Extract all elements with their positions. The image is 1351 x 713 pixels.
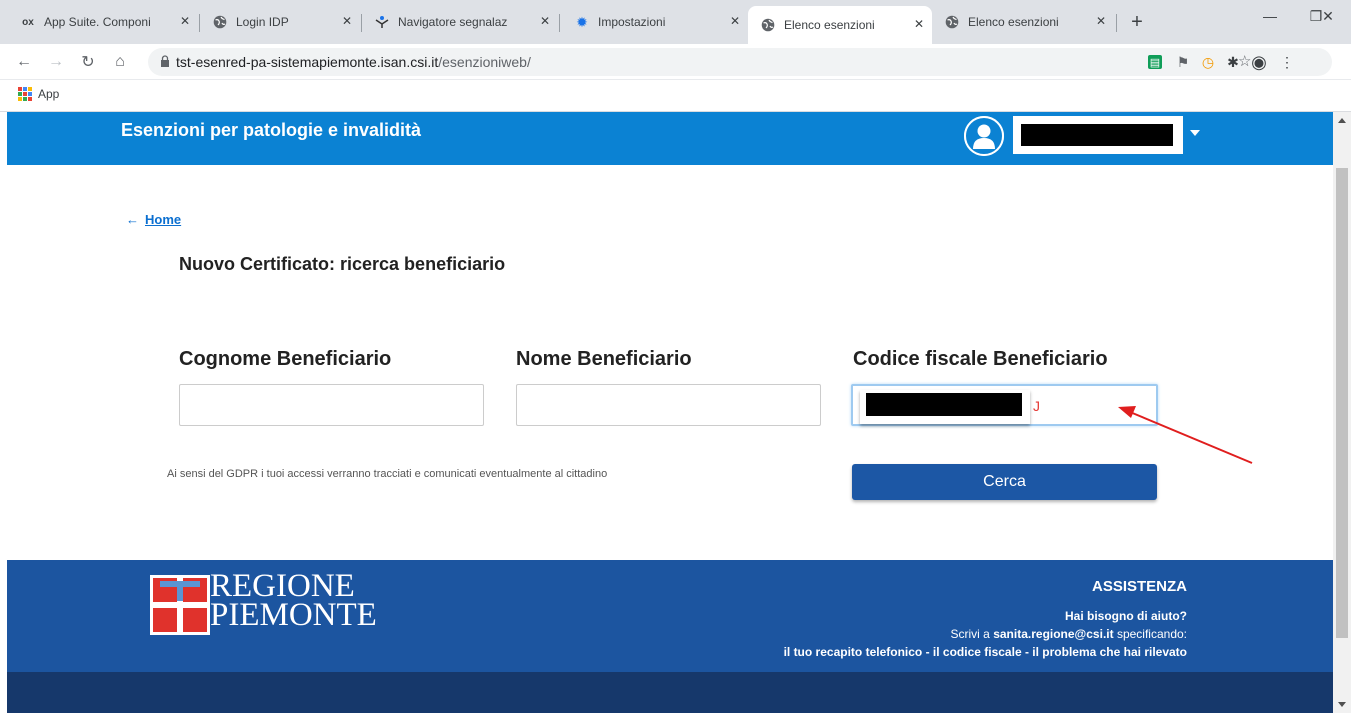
nome-label: Nome Beneficiario — [516, 348, 692, 370]
redaction-bar — [1021, 124, 1173, 146]
tab-app-suite[interactable]: ox App Suite. Componi ✕ — [8, 8, 198, 36]
page-title: Nuovo Certificato: ricerca beneficiario — [179, 254, 506, 274]
back-arrow-icon: ← — [126, 212, 139, 227]
sheets-extension-icon[interactable]: ▤ — [1148, 55, 1162, 69]
write-prefix: Scrivi a — [950, 627, 990, 641]
codice-fiscale-value-tail: J — [1033, 398, 1040, 414]
close-icon[interactable]: ✕ — [342, 14, 352, 28]
assistance-write-line: Scrivi a sanita.regione@csi.it specifica… — [784, 627, 1187, 641]
tab-elenco-esenzioni[interactable]: Elenco esenzioni ✕ — [932, 8, 1114, 36]
cognome-input[interactable] — [179, 384, 484, 426]
user-avatar-icon[interactable] — [964, 116, 1004, 156]
scroll-down-arrow-icon[interactable] — [1338, 702, 1346, 707]
write-suffix: specificando: — [1116, 627, 1187, 641]
scrollbar-thumb[interactable] — [1336, 168, 1348, 638]
globe-icon — [760, 17, 776, 33]
browser-tab-strip: ox App Suite. Componi ✕ Login IDP ✕ Navi… — [0, 0, 1351, 44]
site-title: Esenzioni per patologie e invalidità — [121, 120, 422, 140]
navigator-icon — [374, 14, 390, 30]
forward-arrow-icon[interactable]: → — [46, 52, 66, 72]
scroll-up-arrow-icon[interactable] — [1338, 118, 1346, 123]
tab-separator — [1116, 14, 1117, 32]
home-icon[interactable]: ⌂ — [110, 52, 130, 72]
page-viewport: Esenzioni per patologie e invalidità ← Ho… — [7, 112, 1333, 713]
page-scrollbar[interactable] — [1333, 112, 1351, 713]
regione-piemonte-logo-text: REGIONE PIEMONTE — [210, 570, 377, 633]
new-tab-button[interactable]: + — [1127, 11, 1147, 33]
tab-label: Elenco esenzioni — [784, 18, 875, 32]
codice-fiscale-redacted — [860, 390, 1030, 424]
site-footer: REGIONE PIEMONTE ASSISTENZA Hai bisogno … — [7, 560, 1333, 672]
globe-icon — [944, 14, 960, 30]
reload-icon[interactable]: ↻ — [78, 52, 98, 72]
assistance-block: ASSISTENZA Hai bisogno di aiuto? Scrivi … — [784, 578, 1187, 659]
tab-label: App Suite. Componi — [44, 15, 151, 29]
close-icon[interactable]: ✕ — [1096, 14, 1106, 28]
nome-input[interactable] — [516, 384, 821, 426]
url-path: /esenzioniweb/ — [438, 54, 531, 70]
close-icon[interactable]: ✕ — [914, 17, 924, 31]
bookmarks-bar: App — [0, 80, 1351, 112]
globe-icon — [212, 14, 228, 30]
tab-navigatore[interactable]: Navigatore segnalaz ✕ — [362, 8, 558, 36]
cognome-label: Cognome Beneficiario — [179, 348, 392, 370]
profile-icon[interactable]: ◉ — [1250, 52, 1268, 72]
tab-label: Login IDP — [236, 15, 289, 29]
close-icon[interactable]: ✕ — [730, 14, 740, 28]
menu-dots-icon[interactable]: ⋮ — [1278, 53, 1296, 71]
tab-elenco-esenzioni-active[interactable]: Elenco esenzioni ✕ — [748, 6, 932, 44]
window-close-button[interactable]: ✕ — [1305, 0, 1351, 32]
close-icon[interactable]: ✕ — [540, 14, 550, 28]
chevron-down-icon[interactable] — [1190, 130, 1200, 136]
assistance-email-link[interactable]: sanita.regione@csi.it — [993, 627, 1113, 641]
extension-icon[interactable]: ⚑ — [1174, 53, 1192, 71]
timer-extension-icon[interactable]: ◷ — [1199, 53, 1217, 71]
assistance-title: ASSISTENZA — [1091, 578, 1187, 595]
url-text: tst-esenred-pa-sistemapiemonte.isan.csi.… — [176, 54, 531, 70]
user-name-redacted[interactable] — [1013, 116, 1183, 154]
tab-label: Elenco esenzioni — [968, 15, 1059, 29]
tab-separator — [559, 14, 560, 32]
ox-logo-icon: ox — [22, 16, 34, 28]
assistance-details: il tuo recapito telefonico - il codice f… — [783, 645, 1187, 659]
site-header: Esenzioni per patologie e invalidità — [7, 112, 1333, 165]
bookmark-label: App — [38, 87, 60, 101]
url-host: tst-esenred-pa-sistemapiemonte.isan.csi.… — [176, 54, 439, 70]
home-link-label: Home — [145, 212, 182, 227]
minimize-button[interactable]: — — [1247, 0, 1293, 32]
browser-toolbar: ← → ↻ ⌂ tst-esenred-pa-sistemapiemonte.i… — [0, 44, 1351, 80]
codice-fiscale-label: Codice fiscale Beneficiario — [853, 348, 1108, 370]
tab-login-idp[interactable]: Login IDP ✕ — [200, 8, 360, 36]
logo-line-2: PIEMONTE — [210, 597, 377, 633]
apps-grid-icon — [18, 87, 32, 101]
close-icon[interactable]: ✕ — [180, 14, 190, 28]
bookmark-app[interactable]: App — [18, 87, 59, 101]
regione-piemonte-logo-icon — [150, 575, 210, 635]
tab-impostazioni[interactable]: ✹ Impostazioni ✕ — [562, 8, 748, 36]
back-arrow-icon[interactable]: ← — [14, 52, 34, 72]
footer-bottom-bar — [7, 672, 1333, 713]
assistance-question: Hai bisogno di aiuto? — [1065, 609, 1187, 623]
home-link[interactable]: ← Home — [126, 212, 181, 227]
puzzle-extensions-icon[interactable]: ✱ — [1224, 53, 1242, 71]
tab-label: Navigatore segnalaz — [398, 15, 508, 29]
cerca-button[interactable]: Cerca — [852, 464, 1157, 500]
lock-icon — [161, 55, 169, 67]
redaction-bar — [866, 393, 1022, 416]
tab-label: Impostazioni — [598, 15, 666, 29]
gdpr-notice: Ai sensi del GDPR i tuoi accessi verrann… — [167, 468, 608, 480]
gear-icon: ✹ — [576, 13, 588, 30]
